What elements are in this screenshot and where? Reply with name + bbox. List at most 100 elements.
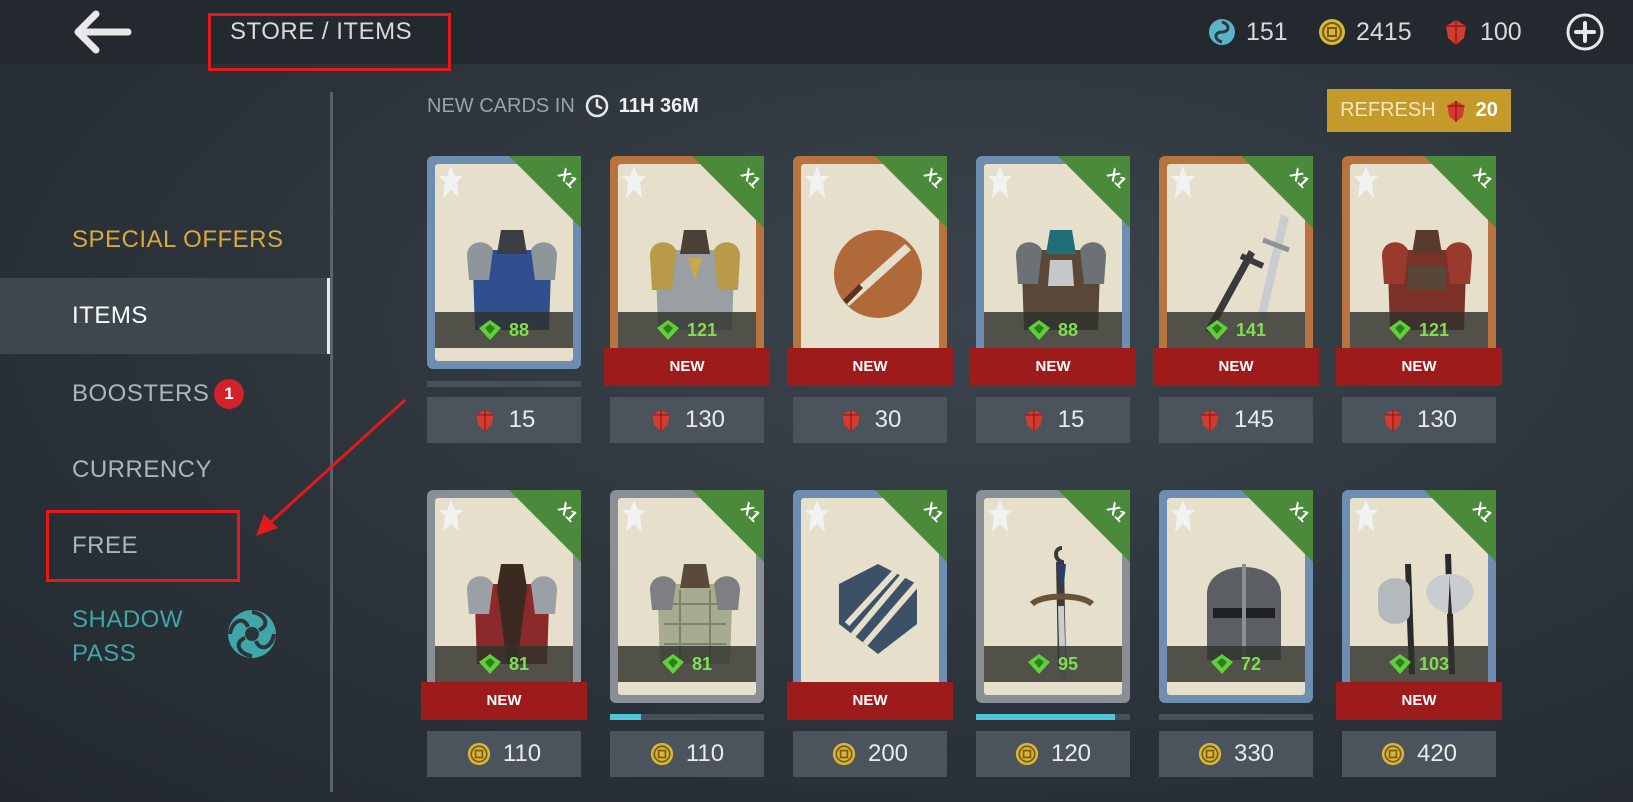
buy-button[interactable]: 330 bbox=[1159, 731, 1313, 777]
dagger-emblem-icon bbox=[834, 230, 922, 318]
buy-button[interactable]: 130 bbox=[610, 397, 764, 443]
item-card[interactable]: X1 bbox=[793, 490, 947, 703]
coin-icon bbox=[1319, 19, 1345, 45]
sidebar-item-shadow-pass[interactable]: SHADOW PASS bbox=[0, 600, 330, 672]
coin-icon bbox=[832, 742, 856, 766]
quantity-corner bbox=[509, 156, 581, 228]
power-rating: 81 bbox=[435, 646, 573, 682]
class-emblem-icon bbox=[988, 500, 1012, 532]
sidebar-item-label: CURRENCY bbox=[72, 456, 213, 483]
buy-button[interactable]: 110 bbox=[610, 731, 764, 777]
coin-icon bbox=[1381, 742, 1405, 766]
sidebar-item-currency[interactable]: CURRENCY bbox=[0, 432, 330, 508]
power-value: 121 bbox=[686, 319, 718, 340]
item-progress-bar bbox=[610, 714, 764, 720]
new-ribbon: NEW bbox=[1336, 682, 1502, 720]
coins-value: 2415 bbox=[1356, 17, 1412, 46]
gem-icon bbox=[1446, 20, 1466, 45]
gem-icon bbox=[842, 409, 860, 432]
power-icon bbox=[1388, 654, 1411, 674]
class-emblem-icon bbox=[805, 500, 829, 532]
refresh-cost: 20 bbox=[1475, 99, 1498, 121]
item-card[interactable]: X1 72 bbox=[1159, 490, 1313, 703]
add-currency-button[interactable] bbox=[1565, 12, 1605, 52]
gems-value: 100 bbox=[1480, 17, 1522, 46]
coin-icon bbox=[650, 742, 674, 766]
item-card[interactable]: X1 95 bbox=[976, 490, 1130, 703]
power-icon bbox=[1210, 654, 1233, 674]
shadow-pass-icon bbox=[228, 610, 276, 658]
class-emblem-icon bbox=[988, 166, 1012, 198]
back-arrow-icon bbox=[74, 10, 132, 54]
price-value: 330 bbox=[1233, 740, 1275, 767]
buy-button[interactable]: 130 bbox=[1342, 397, 1496, 443]
new-ribbon: NEW bbox=[1153, 348, 1319, 386]
shadow-energy-counter: 151 bbox=[1208, 14, 1288, 50]
buy-button[interactable]: 30 bbox=[793, 397, 947, 443]
price-value: 145 bbox=[1233, 406, 1275, 433]
power-icon bbox=[1027, 320, 1050, 340]
new-ribbon: NEW bbox=[1336, 348, 1502, 386]
coin-icon bbox=[467, 742, 491, 766]
buy-button[interactable]: 15 bbox=[427, 397, 581, 443]
sidebar-item-label: ITEMS bbox=[72, 302, 148, 329]
item-card[interactable]: X1 88 bbox=[976, 156, 1130, 369]
back-button[interactable] bbox=[70, 8, 134, 56]
power-icon bbox=[1205, 320, 1228, 340]
class-emblem-icon bbox=[1171, 166, 1195, 198]
coin-icon bbox=[1015, 742, 1039, 766]
power-rating: 81 bbox=[618, 646, 756, 682]
new-ribbon: NEW bbox=[787, 348, 953, 386]
quantity-corner bbox=[509, 490, 581, 562]
power-value: 81 bbox=[691, 653, 713, 674]
plus-circle-icon bbox=[1566, 13, 1604, 51]
item-card[interactable]: X1 141 bbox=[1159, 156, 1313, 369]
new-ribbon: NEW bbox=[787, 682, 953, 720]
buy-button[interactable]: 120 bbox=[976, 731, 1130, 777]
item-card[interactable]: X1 81 bbox=[427, 490, 581, 703]
item-card[interactable]: X1 121 bbox=[610, 156, 764, 369]
gem-icon bbox=[1384, 409, 1402, 432]
power-rating: 103 bbox=[1350, 646, 1488, 682]
power-value: 95 bbox=[1057, 653, 1079, 674]
item-progress-fill bbox=[976, 714, 1115, 720]
gem-icon bbox=[1025, 409, 1043, 432]
gem-icon bbox=[1447, 100, 1465, 122]
new-ribbon: NEW bbox=[604, 348, 770, 386]
item-card[interactable]: X1 103 bbox=[1342, 490, 1496, 703]
power-value: 121 bbox=[1418, 319, 1450, 340]
item-card[interactable]: X1 121 bbox=[1342, 156, 1496, 369]
item-progress-fill bbox=[610, 714, 641, 720]
price-value: 110 bbox=[502, 740, 542, 767]
gems-counter: 100 bbox=[1442, 14, 1522, 50]
item-progress-bar bbox=[976, 714, 1130, 720]
buy-button[interactable]: 110 bbox=[427, 731, 581, 777]
buy-button[interactable]: 15 bbox=[976, 397, 1130, 443]
buy-button[interactable]: 420 bbox=[1342, 731, 1496, 777]
class-emblem-icon bbox=[622, 500, 646, 532]
quantity-corner bbox=[875, 156, 947, 228]
power-rating: 88 bbox=[984, 312, 1122, 348]
sidebar-item-label: SPECIAL OFFERS bbox=[72, 226, 284, 253]
power-icon bbox=[656, 320, 679, 340]
buy-button[interactable]: 145 bbox=[1159, 397, 1313, 443]
power-icon bbox=[661, 654, 684, 674]
item-card[interactable]: X1 bbox=[793, 156, 947, 369]
price-value: 110 bbox=[685, 740, 725, 767]
item-card[interactable]: X1 88 bbox=[427, 156, 581, 369]
shadow-energy-icon bbox=[1209, 19, 1235, 45]
shadow-energy-value: 151 bbox=[1246, 17, 1288, 46]
buy-button[interactable]: 200 bbox=[793, 731, 947, 777]
item-card[interactable]: X1 81 bbox=[610, 490, 764, 703]
quantity-corner bbox=[1424, 156, 1496, 228]
refresh-button[interactable]: REFRESH 20 bbox=[1327, 89, 1511, 132]
price-value: 120 bbox=[1050, 740, 1092, 767]
power-value: 81 bbox=[508, 653, 530, 674]
quantity-corner bbox=[692, 156, 764, 228]
sidebar-item-boosters[interactable]: BOOSTERS bbox=[0, 356, 330, 432]
power-rating: 72 bbox=[1167, 646, 1305, 682]
sidebar-item-special-offers[interactable]: SPECIAL OFFERS bbox=[0, 202, 330, 278]
new-ribbon: NEW bbox=[421, 682, 587, 720]
price-value: 130 bbox=[684, 406, 726, 433]
sidebar-item-items[interactable]: ITEMS bbox=[0, 278, 331, 354]
